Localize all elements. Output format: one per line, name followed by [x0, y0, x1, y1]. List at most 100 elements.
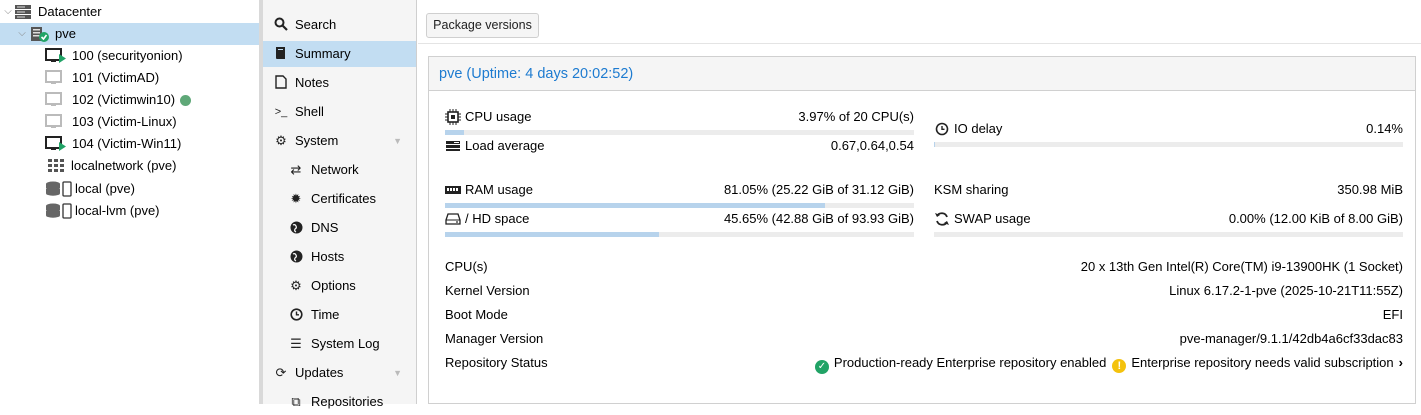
memory-icon	[445, 182, 461, 198]
gear-icon: ⚙	[290, 278, 302, 293]
list-icon: ☰	[290, 336, 302, 351]
io-delay-stat: IO delay 0.14%	[934, 119, 1403, 147]
nav-label: System Log	[311, 336, 380, 351]
nav-label: Search	[295, 17, 337, 32]
tree-label-vm: 104 (Victim-Win11)	[72, 136, 182, 151]
swap-usage-label: SWAP usage	[954, 211, 1031, 226]
info-value: pve-manager/9.1.1/42db4a6cf33dac83	[1179, 331, 1403, 346]
load-average-value: 0.67,0.64,0.54	[830, 138, 914, 153]
tree-node-storage[interactable]: local-lvm (pve)	[0, 200, 259, 222]
repository-status-value[interactable]: ✓ Production-ready Enterprise repository …	[814, 353, 1403, 374]
vm-stopped-icon	[45, 70, 63, 86]
ram-usage-stat: RAM usage 81.05% (25.22 GiB of 31.12 GiB…	[445, 180, 914, 208]
info-value: EFI	[1382, 307, 1403, 322]
nav-item-updates[interactable]: ⟳ Updates ▼	[263, 360, 416, 386]
nav-item-network[interactable]: ⇄ Network	[263, 157, 416, 183]
storage-icon	[45, 203, 73, 219]
load-average-stat: Load average 0.67,0.64,0.54	[445, 136, 914, 164]
tree-node-pve[interactable]: ⌵ pve	[0, 23, 259, 45]
nav-label: DNS	[311, 220, 339, 235]
repo-ok-text: Production-ready Enterprise repository e…	[833, 355, 1107, 370]
chevron-right-icon[interactable]: ›	[1399, 355, 1403, 370]
nav-label: Options	[311, 278, 356, 293]
nav-item-system-log[interactable]: ☰ System Log	[263, 331, 416, 357]
resource-tree: ⌵ Datacenter ⌵ pve 100 (securityonion) 1…	[0, 0, 259, 404]
cpu-usage-fill	[445, 130, 464, 135]
package-versions-button[interactable]: Package versions	[426, 13, 539, 38]
warning-circle-icon: !	[1112, 359, 1127, 373]
tree-label-storage: local-lvm (pve)	[75, 203, 160, 218]
check-circle-icon: ✓	[814, 360, 829, 374]
summary-content: Package versions pve (Uptime: 4 days 20:…	[418, 0, 1421, 404]
info-row-manager-version: Manager Version pve-manager/9.1.1/42db4a…	[445, 329, 1403, 349]
clock-icon	[934, 121, 950, 137]
tree-node-vm[interactable]: 102 (Victimwin10)	[0, 89, 259, 111]
ram-usage-bar	[445, 203, 914, 208]
nav-label: Notes	[295, 75, 329, 90]
io-delay-fill	[934, 142, 935, 147]
tree-label-vm: 101 (VictimAD)	[72, 70, 160, 85]
nav-item-shell[interactable]: >_ Shell	[263, 99, 416, 125]
tree-label-vm: 102 (Victimwin10)	[72, 92, 176, 107]
nav-label: Time	[311, 307, 340, 322]
hdd-icon	[445, 211, 461, 227]
nav-item-time[interactable]: Time	[263, 302, 416, 328]
vm-running-icon	[45, 136, 66, 152]
globe-icon	[287, 215, 305, 241]
info-row-cpus: CPU(s) 20 x 13th Gen Intel(R) Core(TM) i…	[445, 257, 1403, 277]
swap-usage-bar	[934, 232, 1403, 237]
tree-node-vm[interactable]: 100 (securityonion)	[0, 45, 259, 67]
nav-label: Shell	[295, 104, 324, 119]
globe-icon	[287, 244, 305, 270]
tree-node-network[interactable]: localnetwork (pve)	[0, 155, 259, 177]
collapse-icon[interactable]: ⌵	[2, 1, 14, 23]
node-nav-menu: Search Summary Notes >_ Shell ⚙ System ▼…	[263, 0, 417, 409]
io-delay-label: IO delay	[954, 121, 1003, 136]
ksm-sharing-stat: KSM sharing 350.98 MiB	[934, 180, 1403, 208]
nav-item-hosts[interactable]: Hosts	[263, 244, 416, 270]
info-row-repository-status: Repository Status ✓ Production-ready Ente…	[445, 353, 1403, 374]
status-panel-header: pve (Uptime: 4 days 20:02:52)	[429, 57, 1415, 91]
tree-node-vm[interactable]: 101 (VictimAD)	[0, 67, 259, 89]
status-dot-icon	[180, 95, 191, 106]
nav-label: Network	[311, 162, 359, 177]
chevron-down-icon[interactable]: ▼	[393, 360, 402, 386]
cpu-chip-icon	[445, 109, 461, 125]
nav-item-dns[interactable]: DNS	[263, 215, 416, 241]
ram-usage-label: RAM usage	[465, 182, 533, 197]
hd-space-value: 45.65% (42.88 GiB of 93.93 GiB)	[723, 211, 914, 226]
terminal-icon: >_	[274, 106, 288, 118]
tree-node-datacenter[interactable]: ⌵ Datacenter	[0, 1, 259, 23]
info-label: Boot Mode	[445, 307, 508, 322]
cpu-usage-bar	[445, 130, 914, 135]
chevron-down-icon[interactable]: ▼	[393, 128, 402, 154]
nav-item-summary[interactable]: Summary	[263, 41, 416, 67]
clock-icon	[287, 302, 305, 328]
hd-space-fill	[445, 232, 660, 237]
nav-item-system[interactable]: ⚙ System ▼	[263, 128, 416, 154]
swap-usage-value: 0.00% (12.00 KiB of 8.00 GiB)	[1228, 211, 1403, 226]
hd-space-label: / HD space	[465, 211, 530, 226]
collapse-icon[interactable]: ⌵	[16, 23, 28, 45]
cpu-usage-stat: CPU usage 3.97% of 20 CPU(s)	[445, 107, 914, 135]
tree-label-vm: 103 (Victim-Linux)	[72, 114, 177, 129]
nav-item-search[interactable]: Search	[263, 12, 416, 38]
hd-space-stat: / HD space 45.65% (42.88 GiB of 93.93 Gi…	[445, 209, 914, 237]
info-label: Kernel Version	[445, 283, 530, 298]
nav-item-repositories[interactable]: ⧉ Repositories	[263, 389, 416, 415]
cpu-usage-value: 3.97% of 20 CPU(s)	[798, 109, 914, 124]
nav-item-notes[interactable]: Notes	[263, 70, 416, 96]
tree-label-network: localnetwork (pve)	[71, 158, 177, 173]
nav-label: Hosts	[311, 249, 345, 264]
nav-label: Summary	[295, 46, 351, 61]
tree-node-storage[interactable]: local (pve)	[0, 178, 259, 200]
nav-item-certificates[interactable]: ✹ Certificates	[263, 186, 416, 212]
tree-node-vm[interactable]: 104 (Victim-Win11)	[0, 133, 259, 155]
info-label: Manager Version	[445, 331, 544, 346]
ram-usage-value: 81.05% (25.22 GiB of 31.12 GiB)	[723, 182, 914, 197]
tree-node-vm[interactable]: 103 (Victim-Linux)	[0, 111, 259, 133]
vm-stopped-icon	[45, 92, 63, 108]
info-label: Repository Status	[445, 355, 548, 370]
nav-item-options[interactable]: ⚙ Options	[263, 273, 416, 299]
package-icon: ⧉	[291, 394, 301, 409]
